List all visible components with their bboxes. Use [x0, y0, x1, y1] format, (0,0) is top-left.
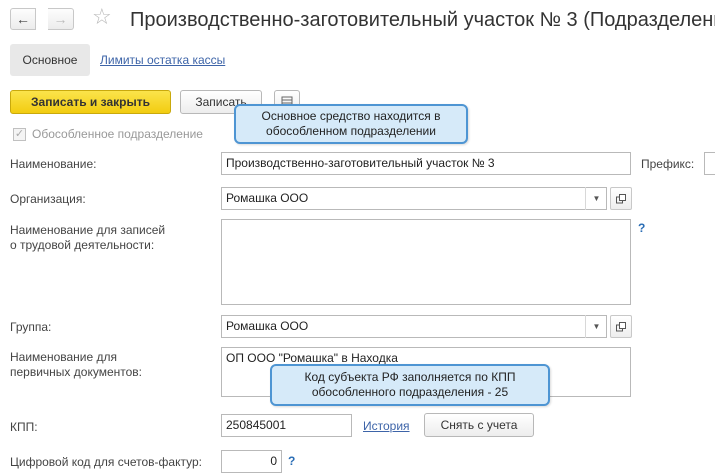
separate-division-checkbox[interactable]: ✓: [13, 128, 26, 141]
organization-field[interactable]: Ромашка ООО: [221, 187, 607, 210]
callout-top-line2: обособленном подразделении: [266, 124, 436, 138]
arrow-left-icon: ←: [16, 11, 30, 27]
callout-bottom-line2: обособленного подразделения - 25: [311, 385, 509, 399]
invoice-code-field[interactable]: 0: [221, 450, 282, 473]
labor-name-field[interactable]: [221, 219, 631, 305]
labor-name-help[interactable]: ?: [638, 221, 645, 235]
callout-kpp: Код субъекта РФ заполняется по КПП обосо…: [270, 364, 550, 406]
labor-name-label-line1: Наименование для записей: [10, 223, 166, 237]
kpp-label: КПП:: [10, 420, 38, 434]
prefix-field[interactable]: [704, 152, 715, 175]
back-button[interactable]: ←: [10, 8, 36, 30]
name-field[interactable]: Производственно-заготовительный участок …: [221, 152, 631, 175]
arrow-right-icon: →: [53, 11, 68, 27]
open-window-icon: [616, 321, 626, 331]
history-link[interactable]: История: [363, 419, 410, 433]
organization-label: Организация:: [10, 192, 86, 206]
organization-open-button[interactable]: [610, 187, 632, 210]
open-window-icon: [616, 193, 626, 203]
group-dropdown[interactable]: ▼: [585, 315, 607, 338]
forward-button[interactable]: →: [48, 8, 74, 30]
save-and-close-button[interactable]: Записать и закрыть: [10, 90, 171, 114]
callout-separate-division: Основное средство находится в обособленн…: [234, 104, 468, 144]
group-field[interactable]: Ромашка ООО: [221, 315, 607, 338]
labor-name-label-line2: о трудовой деятельности:: [10, 238, 155, 252]
chevron-down-icon: ▼: [592, 322, 601, 331]
deregister-button[interactable]: Снять с учета: [424, 413, 534, 437]
group-open-button[interactable]: [610, 315, 632, 338]
name-label: Наименование:: [10, 157, 97, 171]
primary-docs-label-line2: первичных документов:: [10, 365, 142, 379]
group-label: Группа:: [10, 320, 52, 334]
primary-docs-label-line1: Наименование для: [10, 350, 118, 364]
star-icon[interactable]: ☆: [92, 6, 112, 28]
callout-bottom-line1: Код субъекта РФ заполняется по КПП: [304, 370, 516, 384]
page-title: Производственно-заготовительный участок …: [130, 9, 715, 31]
invoice-code-help[interactable]: ?: [288, 454, 295, 468]
tab-main[interactable]: Основное: [10, 44, 90, 76]
separate-division-label: Обособленное подразделение: [32, 127, 203, 141]
chevron-down-icon: ▼: [592, 194, 601, 203]
invoice-code-label: Цифровой код для счетов-фактур:: [10, 455, 202, 469]
organization-dropdown[interactable]: ▼: [585, 187, 607, 210]
prefix-label: Префикс:: [641, 157, 695, 171]
callout-top-line1: Основное средство находится в: [261, 109, 441, 123]
tab-cash-limits[interactable]: Лимиты остатка кассы: [100, 53, 225, 67]
kpp-field[interactable]: 250845001: [221, 414, 352, 437]
